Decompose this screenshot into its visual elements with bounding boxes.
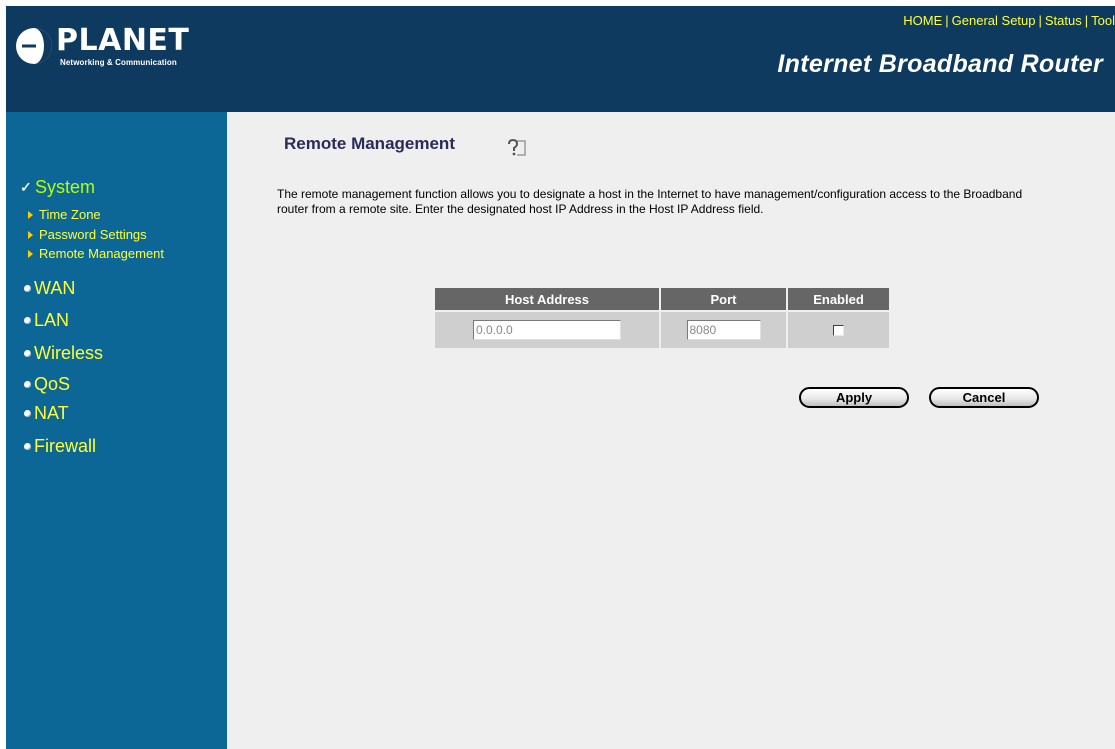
checkmark-icon: ✓ <box>20 178 32 195</box>
sidebar-item-system[interactable]: ✓ System <box>20 175 95 199</box>
sidebar-item-qos[interactable]: QoS <box>20 372 70 396</box>
bullet-icon <box>24 409 31 417</box>
sidebar-item-label: LAN <box>34 310 70 330</box>
nav-separator: | <box>1038 13 1042 28</box>
logo-tagline: Networking & Communication <box>60 58 177 67</box>
column-header-host-address: Host Address <box>435 288 659 310</box>
header: PLANET Networking & Communication HOME | G… <box>6 6 1115 112</box>
nav-status-link[interactable]: Status <box>1045 13 1082 28</box>
nav-general-setup-link[interactable]: General Setup <box>952 13 1036 28</box>
column-header-enabled: Enabled <box>788 288 889 310</box>
sidebar-subitem-label: Time Zone <box>39 207 101 222</box>
sidebar-item-wan[interactable]: WAN <box>20 276 75 300</box>
arrow-right-icon <box>28 249 33 258</box>
table-row <box>435 312 889 348</box>
sidebar-subitem-password-settings[interactable]: Password Settings <box>28 226 147 243</box>
planet-logo: PLANET Networking & Communication <box>14 22 194 72</box>
table-header-row: Host Address Port Enabled <box>435 288 889 310</box>
nav-separator: | <box>1084 13 1089 28</box>
nav-tool-link[interactable]: Tool <box>1091 13 1115 28</box>
sidebar-item-label: QoS <box>34 374 71 394</box>
sidebar-subitem-label: Remote Management <box>39 246 165 261</box>
arrow-right-icon <box>28 230 33 239</box>
bullet-icon <box>24 442 31 450</box>
bullet-icon <box>24 349 31 357</box>
column-header-port: Port <box>661 288 786 310</box>
help-icon[interactable] <box>503 137 527 157</box>
product-title: Internet Broadband Router <box>777 50 1103 78</box>
sidebar-item-nat[interactable]: NAT <box>20 401 69 425</box>
sidebar-item-label: WAN <box>34 278 76 298</box>
bullet-icon <box>24 316 31 324</box>
sidebar-subitem-time-zone[interactable]: Time Zone <box>28 206 101 223</box>
sidebar-item-label: NAT <box>34 403 69 423</box>
host-address-input[interactable] <box>473 320 621 340</box>
arrow-right-icon <box>28 210 33 219</box>
host-address-cell <box>435 312 659 348</box>
sidebar-item-label: Firewall <box>34 436 97 456</box>
sidebar-subitem-remote-management[interactable]: Remote Management <box>28 245 164 262</box>
logo-wordmark: PLANET <box>56 23 190 58</box>
nav-separator: | <box>945 13 949 28</box>
remote-management-table: Host Address Port Enabled <box>433 286 891 350</box>
enabled-cell <box>788 312 889 348</box>
enabled-checkbox[interactable] <box>833 324 844 336</box>
sidebar-item-lan[interactable]: LAN <box>20 308 69 332</box>
port-cell <box>661 312 786 348</box>
page-description: The remote management function allows yo… <box>277 187 1023 216</box>
bullet-icon <box>24 380 31 388</box>
top-navigation: HOME | General Setup | Status | Tool <box>903 13 1115 28</box>
sidebar-item-firewall[interactable]: Firewall <box>20 434 96 458</box>
main-content: Remote Management The remote management … <box>227 112 1115 749</box>
apply-button[interactable]: Apply <box>799 387 909 408</box>
sidebar-item-label: System <box>35 177 96 197</box>
port-input[interactable] <box>686 320 761 340</box>
sidebar-subitem-label: Password Settings <box>39 227 147 242</box>
bullet-icon <box>24 284 31 292</box>
planet-logo-mark-icon <box>16 28 52 64</box>
sidebar-item-label: Wireless <box>34 343 104 363</box>
cancel-button[interactable]: Cancel <box>929 387 1039 408</box>
nav-home-link[interactable]: HOME <box>903 13 942 28</box>
sidebar: ✓ System Time Zone Password Settings Rem… <box>6 112 227 749</box>
sidebar-item-wireless[interactable]: Wireless <box>20 341 103 365</box>
page-title: Remote Management <box>284 134 455 153</box>
router-admin-page: PLANET Networking & Communication HOME | G… <box>6 6 1115 749</box>
